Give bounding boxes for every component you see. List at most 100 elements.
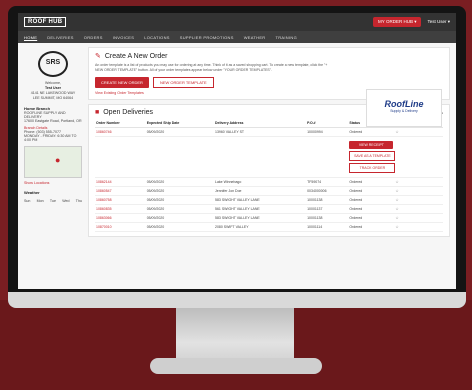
delivery-address: 583 SWIGHT VALLEY LANE [214, 195, 307, 205]
nav-invoices[interactable]: INVOICES [113, 35, 135, 40]
ship-date: 05/09/2020 [145, 186, 215, 196]
favorite-star-icon[interactable]: ☆ [394, 195, 443, 205]
roofline-brand: RoofLine [384, 99, 424, 109]
create-new-order-button[interactable]: CREATE NEW ORDER [95, 77, 149, 88]
screen: ROOF HUB MY ORDER HUB ▾ Test User ▾ HOME… [18, 13, 456, 289]
row-spacer [95, 136, 349, 178]
ship-date: 05/09/2020 [145, 222, 215, 232]
nav-locations[interactable]: LOCATIONS [144, 35, 170, 40]
order-number[interactable]: 10860547 [95, 186, 146, 196]
table-row[interactable]: 10862144 05/09/2020 Lake Winnebago TF590… [95, 177, 443, 187]
order-number[interactable]: 10862144 [95, 177, 146, 187]
branch-hours: MONDAY - FRIDAY: 6:30 AM TO 4:00 PM [24, 134, 77, 142]
row-actions: VIEW RECEIPT SAVE AS A TEMPLATE TRACK OR… [348, 136, 443, 178]
weather-day: Wed [62, 199, 70, 203]
ship-date: 05/09/2020 [145, 213, 215, 223]
po-number: 10001138 [306, 213, 349, 223]
status: Ordered [348, 177, 395, 187]
delivery-address: Lake Winnebago [214, 177, 307, 187]
status: Ordered [348, 127, 395, 137]
order-number[interactable]: 10870010 [95, 222, 146, 232]
weather-heading: Weather [24, 190, 40, 195]
col-ship-date: Expected Ship Date [145, 119, 215, 128]
roofline-logo: RoofLine Supply & Delivery [366, 89, 442, 127]
table-row[interactable]: 10860758 05/09/2020 583 SWIGHT VALLEY LA… [95, 195, 443, 205]
po-number: 10001114 [306, 222, 349, 232]
po-number: 10001138 [306, 195, 349, 205]
company-logo: SRS [38, 51, 68, 77]
table-row[interactable]: 10863066 05/09/2020 583 SWIGHT VALLEY LA… [95, 213, 443, 223]
welcome-block: Welcome, Test User 4141 NE LAKEWOOD WAY … [24, 81, 82, 101]
view-receipt-button[interactable]: VIEW RECEIPT [349, 141, 394, 149]
table-row[interactable]: 10860835 05/09/2020 561 SWIGHT VALLEY LA… [95, 204, 443, 214]
new-order-template-button[interactable]: NEW ORDER TEMPLATE [152, 77, 214, 88]
table-row-actions: VIEW RECEIPT SAVE AS A TEMPLATE TRACK OR… [95, 136, 443, 178]
favorite-star-icon[interactable]: ☆ [394, 177, 443, 187]
favorite-star-icon[interactable]: ☆ [394, 222, 443, 232]
monitor-base [150, 358, 322, 374]
nav-deliveries[interactable]: DELIVERIES [47, 35, 74, 40]
status: Ordered [348, 204, 395, 214]
table-row[interactable]: 10860746 05/09/2020 13960 VALLEY ST 1000… [95, 127, 443, 137]
status: Ordered [348, 213, 395, 223]
top-bar: ROOF HUB MY ORDER HUB ▾ Test User ▾ [18, 13, 456, 31]
favorite-star-icon[interactable]: ☆ [394, 127, 443, 137]
branch-address: 17600 Eastgate Road, Portland, OR [24, 119, 82, 123]
main-nav: HOME DELIVERIES ORDERS INVOICES LOCATION… [18, 31, 456, 43]
nav-weather[interactable]: WEATHER [244, 35, 266, 40]
weather-days: Sun Mon Tue Wed Thu [24, 199, 82, 203]
table-row[interactable]: 10860547 05/09/2020 Jennifer Jon Doe 003… [95, 186, 443, 196]
order-number[interactable]: 10860758 [95, 195, 146, 205]
col-po: P.O.# [306, 119, 349, 128]
order-number[interactable]: 10863066 [95, 213, 146, 223]
favorite-star-icon[interactable]: ☆ [394, 186, 443, 196]
create-order-description: An order template is a list of products … [95, 63, 328, 72]
deliveries-heading: Open Deliveries [103, 109, 154, 116]
roofline-subtitle: Supply & Delivery [390, 109, 418, 113]
branch-map[interactable]: ● [24, 146, 82, 178]
weather-day: Tue [49, 199, 56, 203]
deliveries-table: Order Number Expected Ship Date Delivery… [95, 119, 443, 232]
show-locations-link[interactable]: Show Locations [24, 181, 82, 185]
top-right: MY ORDER HUB ▾ Test User ▾ [373, 17, 450, 27]
delivery-address: 13960 VALLEY ST [214, 127, 307, 137]
order-number[interactable]: 10860746 [95, 127, 146, 137]
nav-home[interactable]: HOME [24, 35, 37, 40]
nav-orders[interactable]: ORDERS [84, 35, 103, 40]
ship-date: 05/09/2020 [145, 127, 215, 137]
monitor-chin [8, 292, 466, 308]
po-number: 10001137 [306, 204, 349, 214]
ship-date: 05/09/2020 [145, 195, 215, 205]
delivery-address: 583 SWIGHT VALLEY LANE [214, 213, 307, 223]
app-logo[interactable]: ROOF HUB [24, 17, 67, 27]
weather-day: Sun [24, 199, 31, 203]
map-pin-icon: ● [55, 155, 61, 165]
favorite-star-icon[interactable]: ☆ [394, 204, 443, 214]
col-address: Delivery Address [214, 119, 307, 128]
sidebar: SRS Welcome, Test User 4141 NE LAKEWOOD … [24, 47, 82, 241]
delivery-address: 2080 SWIFT VALLEY [214, 222, 307, 232]
page-content: SRS Welcome, Test User 4141 NE LAKEWOOD … [18, 43, 456, 245]
create-order-title: ✎ Create A New Order [95, 52, 443, 61]
user-menu[interactable]: Test User ▾ [427, 19, 450, 25]
status: Ordered [348, 222, 395, 232]
nav-training[interactable]: TRAINING [276, 35, 298, 40]
save-template-button[interactable]: SAVE AS A TEMPLATE [349, 151, 396, 161]
track-order-button[interactable]: TRACK ORDER [349, 163, 396, 173]
status: Ordered [348, 195, 395, 205]
truck-icon: ■ [95, 109, 100, 116]
status: Ordered [348, 186, 395, 196]
order-hub-button[interactable]: MY ORDER HUB ▾ [373, 17, 422, 27]
favorite-star-icon[interactable]: ☆ [394, 213, 443, 223]
edit-icon: ✎ [95, 53, 101, 60]
nav-supplier-promotions[interactable]: SUPPLIER PROMOTIONS [180, 35, 234, 40]
delivery-address: 561 SWIGHT VALLEY LANE [214, 204, 307, 214]
delivery-address: Jennifer Jon Doe [214, 186, 307, 196]
ship-date: 05/09/2020 [145, 177, 215, 187]
table-row[interactable]: 10870010 05/09/2020 2080 SWIFT VALLEY 10… [95, 222, 443, 232]
main-panel: ✎ Create A New Order An order template i… [88, 47, 450, 241]
create-order-buttons: CREATE NEW ORDER NEW ORDER TEMPLATE [95, 77, 443, 88]
weather-day: Mon [36, 199, 44, 203]
address-line-2: LEE SUMMIT, MO 64064 [32, 96, 74, 100]
order-number[interactable]: 10860835 [95, 204, 146, 214]
